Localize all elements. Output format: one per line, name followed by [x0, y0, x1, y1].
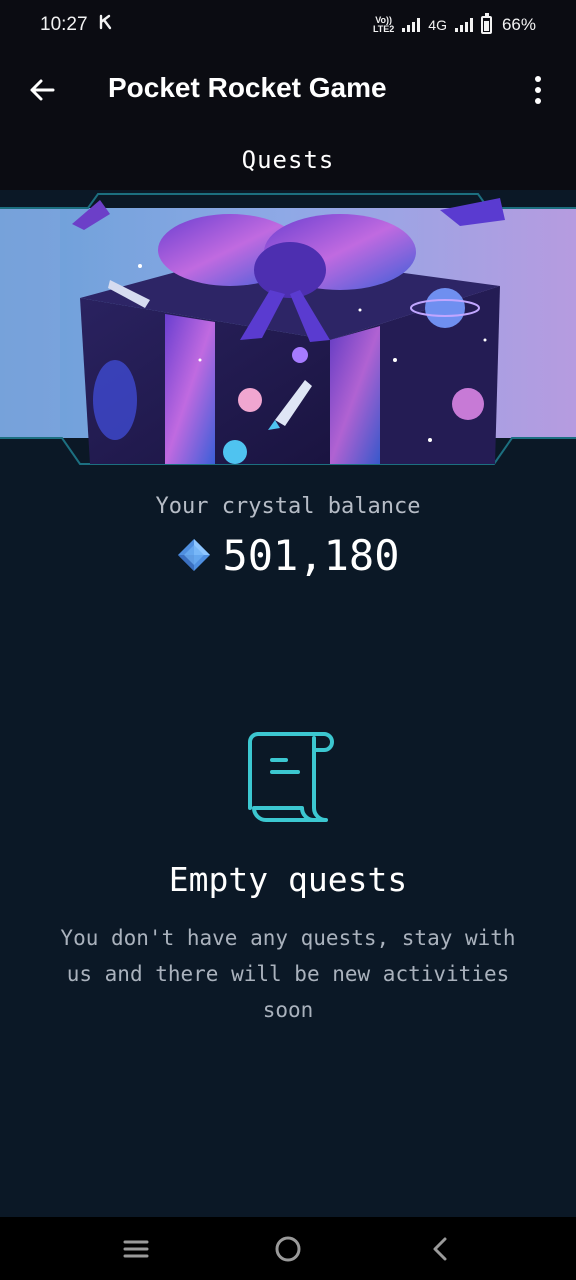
crystal-icon	[178, 539, 211, 571]
recents-icon	[123, 1240, 149, 1257]
balance-row: 501,180	[0, 526, 576, 584]
back-button[interactable]	[24, 72, 60, 108]
quests-header: Quests	[0, 132, 576, 190]
back-arrow-icon	[30, 79, 55, 101]
nav-back-icon	[433, 1237, 447, 1260]
battery-percent: 66%	[501, 15, 536, 34]
battery-icon	[480, 13, 492, 34]
app-bar: Pocket Rocket Game	[0, 50, 576, 132]
signal-2-icon	[454, 18, 473, 32]
app-title: Pocket Rocket Game	[108, 72, 387, 103]
recents-button[interactable]	[106, 1224, 166, 1274]
home-button[interactable]	[258, 1224, 318, 1274]
status-time: 10:27	[40, 14, 88, 35]
system-nav-bar	[0, 1217, 576, 1280]
nav-back-button[interactable]	[410, 1224, 470, 1274]
balance-label: Your crystal balance	[155, 494, 421, 519]
scroll-icon	[236, 728, 340, 832]
signal-icon	[402, 18, 421, 32]
volte-bottom: LTE2	[372, 24, 395, 34]
more-vert-icon	[535, 76, 541, 82]
more-options-button[interactable]	[522, 72, 554, 108]
k-logo-icon	[98, 14, 114, 36]
balance-value: 501,180	[222, 530, 400, 580]
volte-indicator: Vo)) LTE2	[373, 16, 394, 34]
network-type: 4G	[428, 17, 447, 33]
home-icon	[275, 1236, 301, 1261]
quests-banner-image	[0, 190, 576, 470]
empty-description: You don't have any quests, stay with us …	[60, 926, 516, 1022]
empty-title: Empty quests	[168, 860, 408, 899]
status-right: Vo)) LTE2 4G 66%	[373, 13, 536, 35]
status-left: 10:27	[40, 14, 114, 36]
status-bar: 10:27 Vo)) LTE2 4G 66%	[0, 0, 576, 50]
